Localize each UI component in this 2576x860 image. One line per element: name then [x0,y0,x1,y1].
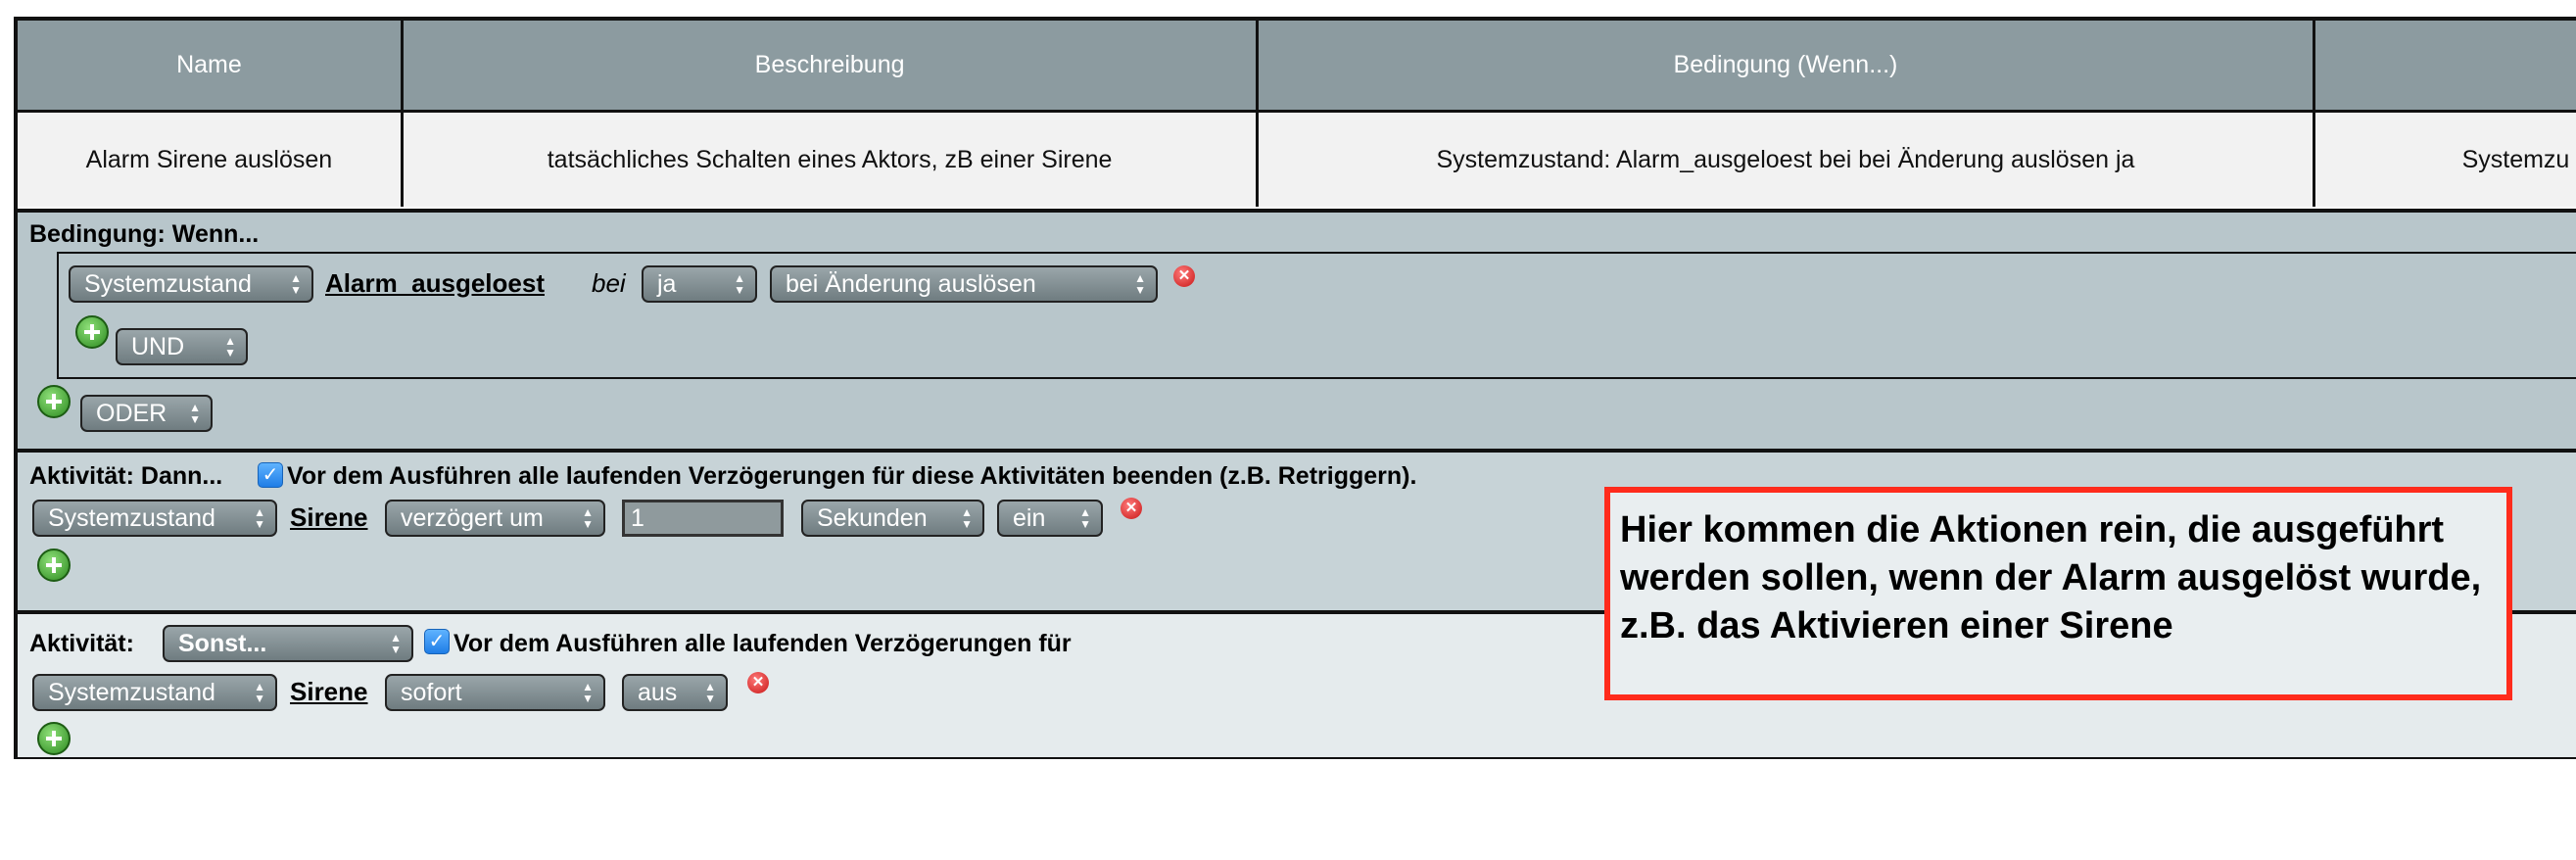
condition-bei-text: bei [592,268,626,298]
else-mode-select[interactable]: Sonst... ▲ ▼ [163,625,413,662]
column-header-condition[interactable]: Bedingung (Wenn...) [1257,21,2315,113]
then-timing-select[interactable]: verzögert um ▲ ▼ [385,500,605,537]
updown-arrow-icon: ▲ ▼ [704,680,716,705]
table-header-row: Name Beschreibung Bedingung (Wenn...) [18,21,2576,113]
updown-arrow-icon: ▲ ▼ [1134,271,1146,297]
plus-icon[interactable] [37,385,71,418]
condition-section: Bedingung: Wenn... Systemzustand ▲ ▼ Alar… [18,209,2576,449]
then-activity-label: Aktivität: Dann... [29,462,223,490]
updown-arrow-icon: ▲ ▼ [734,271,745,297]
delete-icon[interactable]: ✕ [1121,498,1142,519]
cell-name: Alarm Sirene auslösen [18,111,404,207]
else-state-select[interactable]: aus ▲ ▼ [622,674,728,711]
then-source-value: Systemzustand [48,504,215,532]
plus-icon[interactable] [37,722,71,755]
then-state-value: ein [1013,504,1046,532]
condition-source-select[interactable]: Systemzustand ▲ ▼ [69,265,313,303]
checkbox-checked-icon[interactable]: ✓ [424,629,450,654]
else-mode-value: Sonst... [178,630,267,657]
condition-source-value: Systemzustand [84,270,252,298]
else-source-value: Systemzustand [48,679,215,706]
cell-condition: Systemzustand: Alarm_ausgeloest bei bei … [1257,111,2315,207]
condition-trigger-select[interactable]: bei Änderung auslösen ▲ ▼ [770,265,1158,303]
plus-icon[interactable] [37,549,71,582]
checkbox-checked-icon[interactable]: ✓ [258,462,283,488]
else-activity-label: Aktivität: [29,630,134,657]
then-source-select[interactable]: Systemzustand ▲ ▼ [32,500,277,537]
column-header-name[interactable]: Name [18,21,404,113]
cell-action: Systemzu [2314,111,2576,207]
else-target[interactable]: Sirene [290,677,368,707]
then-state-select[interactable]: ein ▲ ▼ [997,500,1103,537]
condition-value-select[interactable]: ja ▲ ▼ [642,265,757,303]
updown-arrow-icon: ▲ ▼ [390,631,402,656]
then-timing-value: verzögert um [401,504,544,532]
and-select-value: UND [131,333,185,360]
updown-arrow-icon: ▲ ▼ [582,680,594,705]
then-unit-select[interactable]: Sekunden ▲ ▼ [801,500,984,537]
delete-icon[interactable]: ✕ [747,672,769,693]
updown-arrow-icon: ▲ ▼ [224,334,236,359]
column-header-next[interactable] [2314,21,2576,113]
updown-arrow-icon: ▲ ▼ [254,680,265,705]
else-state-value: aus [638,679,678,706]
and-select[interactable]: UND ▲ ▼ [116,328,248,365]
else-checkbox-text: Vor dem Ausführen alle laufenden Verzöge… [453,630,1072,657]
delay-input[interactable]: 1 [622,500,784,537]
else-timing-select[interactable]: sofort ▲ ▼ [385,674,605,711]
then-unit-value: Sekunden [817,504,928,532]
updown-arrow-icon: ▲ ▼ [1079,505,1091,531]
updown-arrow-icon: ▲ ▼ [290,271,302,297]
annotation-callout: Hier kommen die Aktionen rein, die ausge… [1604,487,2512,700]
cell-description: tatsächliches Schalten eines Aktors, zB … [402,111,1260,207]
else-source-select[interactable]: Systemzustand ▲ ▼ [32,674,277,711]
table-row[interactable]: Alarm Sirene auslösen tatsächliches Scha… [18,111,2576,207]
plus-icon[interactable] [75,315,109,349]
then-checkbox-text: Vor dem Ausführen alle laufenden Verzöge… [287,462,1417,490]
updown-arrow-icon: ▲ ▼ [961,505,973,531]
updown-arrow-icon: ▲ ▼ [582,505,594,531]
condition-label: Bedingung: Wenn... [29,220,260,248]
condition-value-value: ja [657,270,677,298]
then-target[interactable]: Sirene [290,502,368,533]
program-table: Name Beschreibung Bedingung (Wenn...) Al… [18,21,2576,207]
column-header-description[interactable]: Beschreibung [402,21,1260,113]
or-select[interactable]: ODER ▲ ▼ [80,395,213,432]
else-timing-value: sofort [401,679,462,706]
updown-arrow-icon: ▲ ▼ [189,401,201,426]
delete-icon[interactable]: ✕ [1173,265,1195,287]
condition-variable[interactable]: Alarm_ausgeloest [325,268,545,299]
condition-group: Systemzustand ▲ ▼ Alarm_ausgeloest bei ja… [57,252,2576,379]
updown-arrow-icon: ▲ ▼ [254,505,265,531]
condition-trigger-value: bei Änderung auslösen [786,270,1036,298]
or-select-value: ODER [96,400,167,427]
